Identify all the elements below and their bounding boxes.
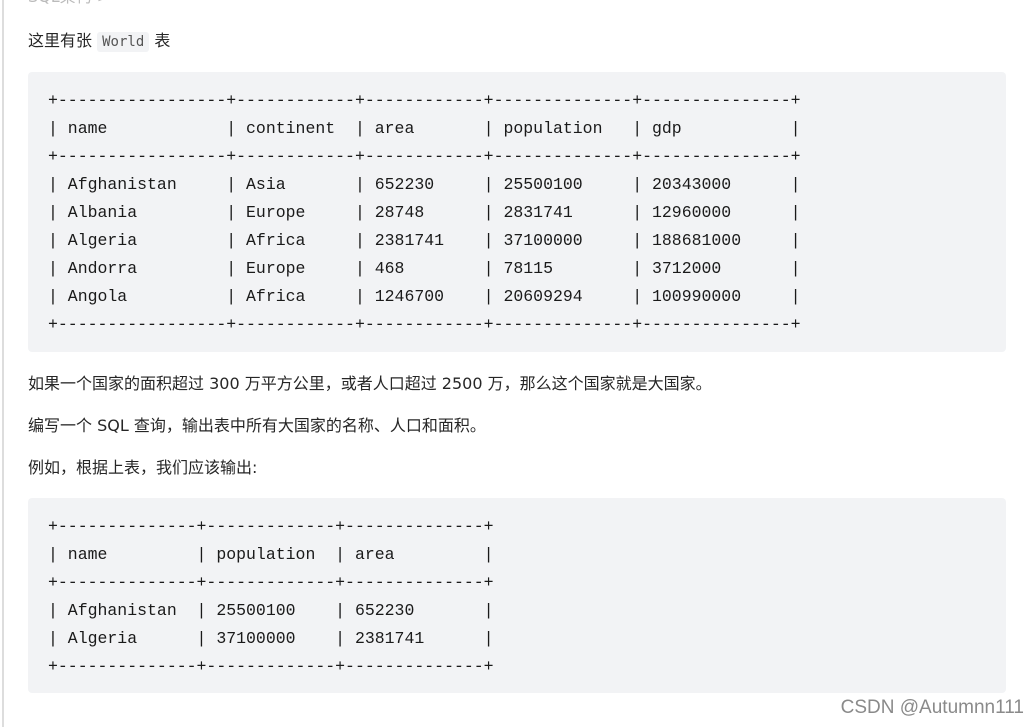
output-table-text: +--------------+-------------+----------…	[48, 513, 494, 681]
table-row: | Angola | Africa | 1246700 | 20609294 |…	[48, 287, 801, 306]
watermark: CSDN @Autumnn111	[840, 697, 1024, 718]
world-table-text: +-----------------+------------+--------…	[48, 87, 801, 339]
intro-text: 这里有张 World 表	[28, 30, 170, 53]
paragraph-condition: 如果一个国家的面积超过 300 万平方公里，或者人口超过 2500 万，那么这个…	[28, 374, 712, 393]
intro-after: 表	[154, 31, 171, 50]
paragraph-task: 编写一个 SQL 查询，输出表中所有大国家的名称、人口和面积。	[28, 416, 486, 435]
table-row: | Algeria | Africa | 2381741 | 37100000 …	[48, 231, 801, 250]
world-table-code-block: +-----------------+------------+--------…	[28, 72, 1006, 352]
table-border: +-----------------+------------+--------…	[48, 315, 801, 334]
table-row: | Algeria | 37100000 | 2381741 |	[48, 629, 494, 648]
table-row: | Afghanistan | Asia | 652230 | 25500100…	[48, 175, 801, 194]
table-border: +--------------+-------------+----------…	[48, 517, 494, 536]
table-border: +-----------------+------------+--------…	[48, 91, 801, 110]
intro-before: 这里有张	[28, 31, 93, 50]
left-border	[2, 0, 4, 727]
inline-code-world: World	[97, 32, 150, 52]
table-row: | Afghanistan | 25500100 | 652230 |	[48, 601, 494, 620]
section-link-cut[interactable]: SQL架构 >	[28, 0, 110, 8]
table-header: | name | continent | area | population |…	[48, 119, 801, 138]
paragraph-example: 例如，根据上表，我们应该输出:	[28, 458, 258, 477]
output-table-code-block: +--------------+-------------+----------…	[28, 498, 1006, 693]
table-header: | name | population | area |	[48, 545, 494, 564]
table-border: +--------------+-------------+----------…	[48, 573, 494, 592]
table-row: | Albania | Europe | 28748 | 2831741 | 1…	[48, 203, 801, 222]
table-border: +--------------+-------------+----------…	[48, 657, 494, 676]
table-row: | Andorra | Europe | 468 | 78115 | 37120…	[48, 259, 801, 278]
table-border: +-----------------+------------+--------…	[48, 147, 801, 166]
